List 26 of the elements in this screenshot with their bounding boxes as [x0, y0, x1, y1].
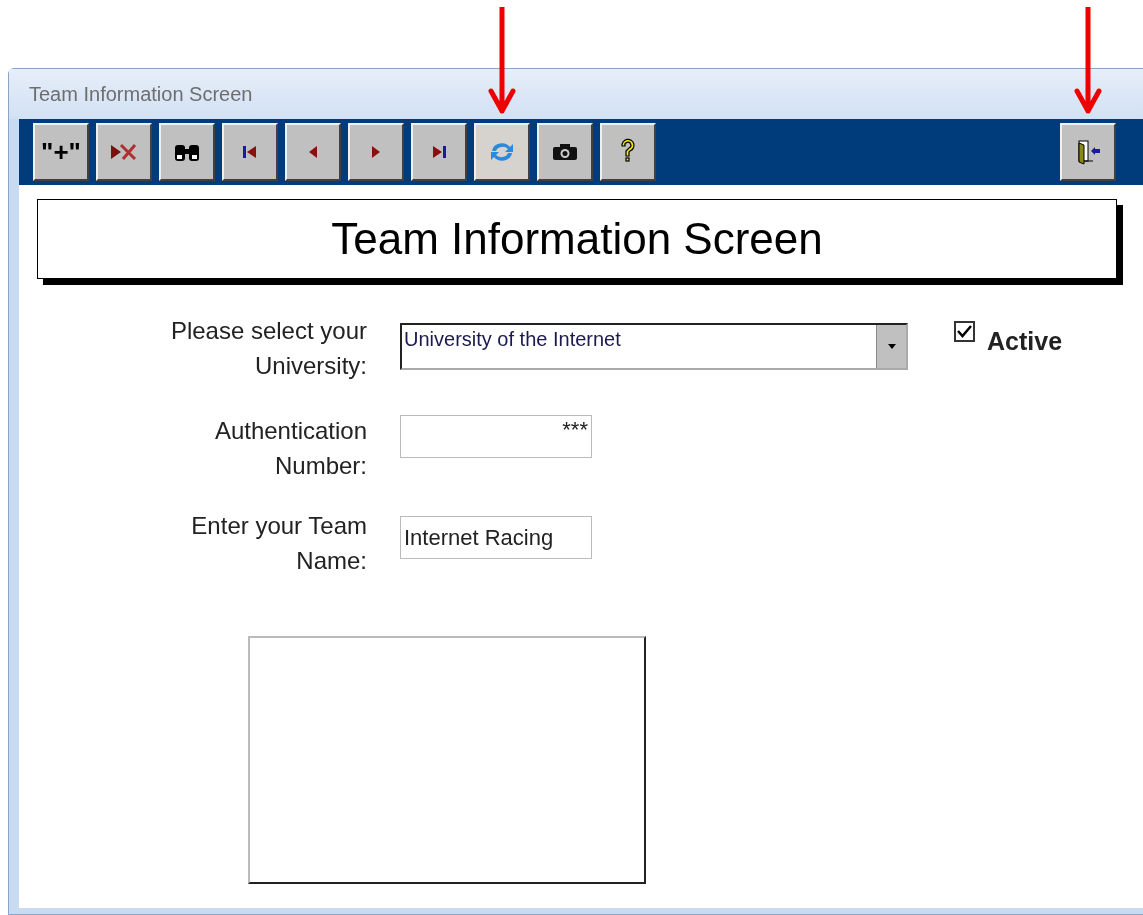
- delete-record-icon: [109, 141, 139, 163]
- active-checkbox[interactable]: [954, 321, 975, 342]
- next-button[interactable]: [348, 123, 404, 181]
- screen-heading: Team Information Screen: [331, 213, 823, 265]
- camera-button[interactable]: [537, 123, 593, 181]
- dropdown-caret-icon: [887, 344, 896, 349]
- delete-button[interactable]: [96, 123, 152, 181]
- field-label: Authentication Number:: [213, 416, 367, 481]
- help-button[interactable]: [600, 123, 656, 181]
- find-button[interactable]: [159, 123, 215, 181]
- checkbox-label: Active: [987, 326, 1063, 357]
- check-icon: [957, 325, 972, 338]
- team-name-field[interactable]: Internet Racing: [400, 516, 592, 559]
- refresh-button[interactable]: [474, 123, 530, 181]
- field-label: Enter your Team Name:: [190, 511, 367, 576]
- previous-button[interactable]: [285, 123, 341, 181]
- last-button[interactable]: [411, 123, 467, 181]
- field-label: Please select your University:: [169, 316, 367, 381]
- exit-button[interactable]: [1060, 123, 1116, 181]
- authentication-field[interactable]: ***: [400, 415, 592, 458]
- dropdown-value: University of the Internet: [403, 327, 622, 352]
- new-record-button[interactable]: "+": [33, 123, 89, 181]
- university-dropdown[interactable]: University of the Internet: [400, 323, 908, 370]
- window-title: Team Information Screen: [29, 82, 253, 107]
- camera-icon: [550, 141, 580, 163]
- first-button[interactable]: [222, 123, 278, 181]
